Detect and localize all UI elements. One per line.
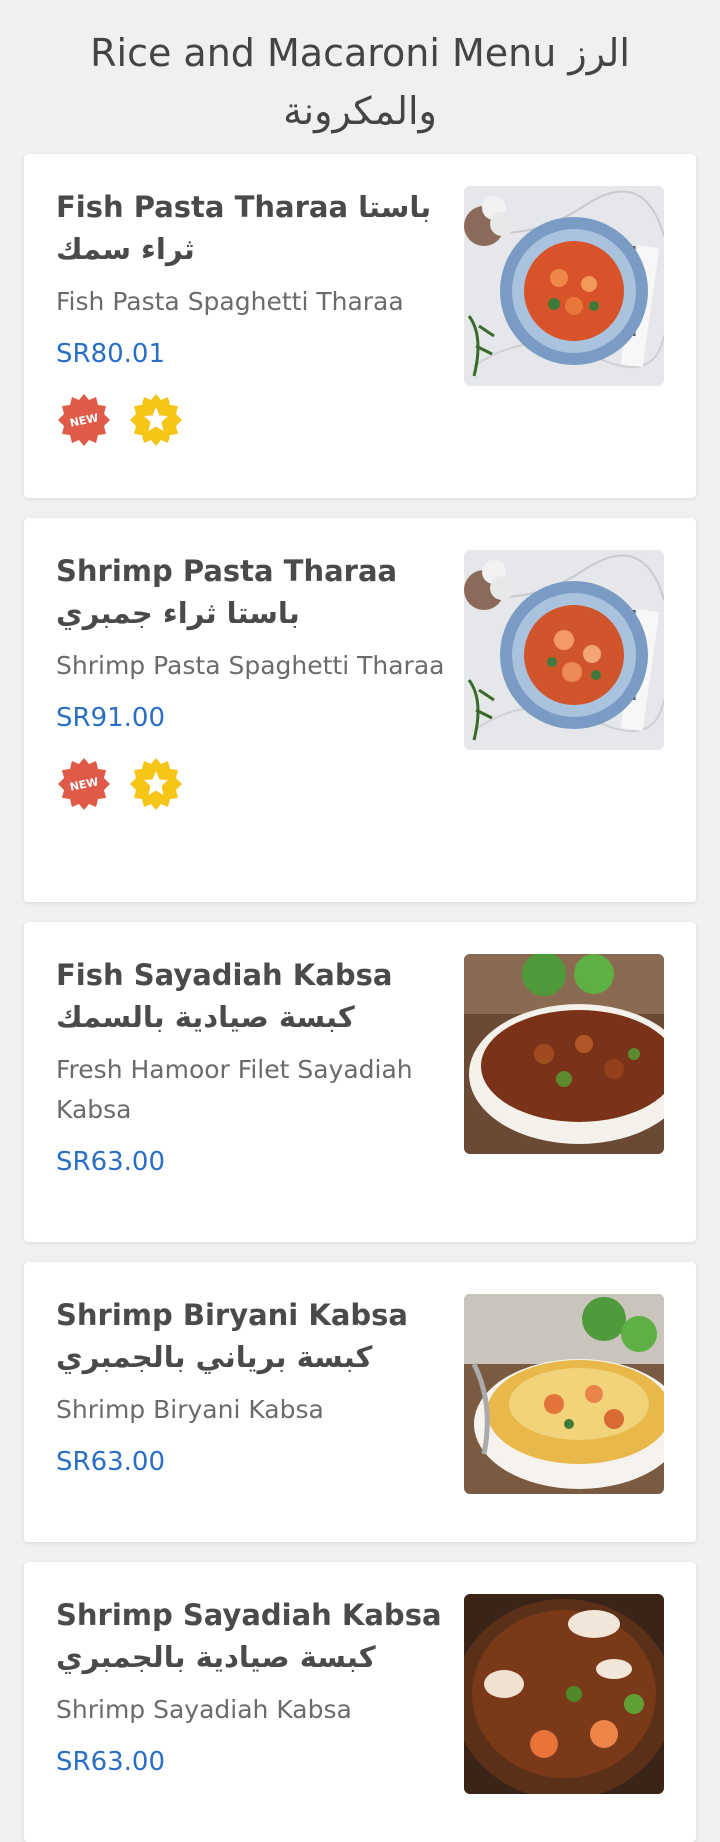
item-price: SR91.00 (56, 703, 166, 733)
item-badges: NEW (56, 392, 446, 448)
item-price: SR63.00 (56, 1447, 166, 1477)
menu-item-card[interactable]: Shrimp Sayadiah Kabsa كبسة صيادية بالجمب… (24, 1562, 696, 1842)
item-price: SR80.01 (56, 339, 166, 369)
page-title: Rice and Macaroni Menu الرز والمكرونة (90, 31, 630, 133)
item-price: SR63.00 (56, 1747, 166, 1777)
menu-item-card[interactable]: Fish Sayadiah Kabsa كبسة صيادية بالسمك F… (24, 922, 696, 1242)
shrimp-biryani-image (464, 1294, 664, 1494)
item-price: SR63.00 (56, 1147, 166, 1177)
fish-sayadiah-image (464, 954, 664, 1154)
menu-item-card[interactable]: Fish Pasta Tharaa باستا ثراء سمك Fish Pa… (24, 154, 696, 498)
shrimp-pasta-image (464, 550, 664, 750)
item-name: Fish Pasta Tharaa باستا ثراء سمك (56, 190, 432, 266)
item-name: Shrimp Biryani Kabsa كبسة برياني بالجمبر… (56, 1298, 408, 1374)
new-badge-icon: NEW (58, 758, 110, 810)
item-description: Fresh Hamoor Filet Sayadiah Kabsa (56, 1055, 413, 1124)
item-description: Shrimp Pasta Spaghetti Tharaa (56, 651, 445, 680)
item-name: Shrimp Sayadiah Kabsa كبسة صيادية بالجمب… (56, 1598, 442, 1674)
star-badge-icon (130, 758, 182, 810)
menu-item-card[interactable]: Shrimp Biryani Kabsa كبسة برياني بالجمبر… (24, 1262, 696, 1542)
menu-item-card[interactable]: Shrimp Pasta Tharaa باستا ثراء جمبري Shr… (24, 518, 696, 902)
item-description: Fish Pasta Spaghetti Tharaa (56, 287, 404, 316)
item-name: Shrimp Pasta Tharaa باستا ثراء جمبري (56, 554, 398, 630)
item-description: Shrimp Biryani Kabsa (56, 1395, 324, 1424)
shrimp-sayadiah-image (464, 1594, 664, 1794)
item-description: Shrimp Sayadiah Kabsa (56, 1695, 352, 1724)
item-badges: NEW (56, 756, 446, 812)
new-badge-icon: NEW (58, 394, 110, 446)
menu-item-list: Fish Pasta Tharaa باستا ثراء سمك Fish Pa… (0, 140, 720, 1842)
item-name: Fish Sayadiah Kabsa كبسة صيادية بالسمك (56, 958, 393, 1034)
fish-pasta-image (464, 186, 664, 386)
star-badge-icon (130, 394, 182, 446)
